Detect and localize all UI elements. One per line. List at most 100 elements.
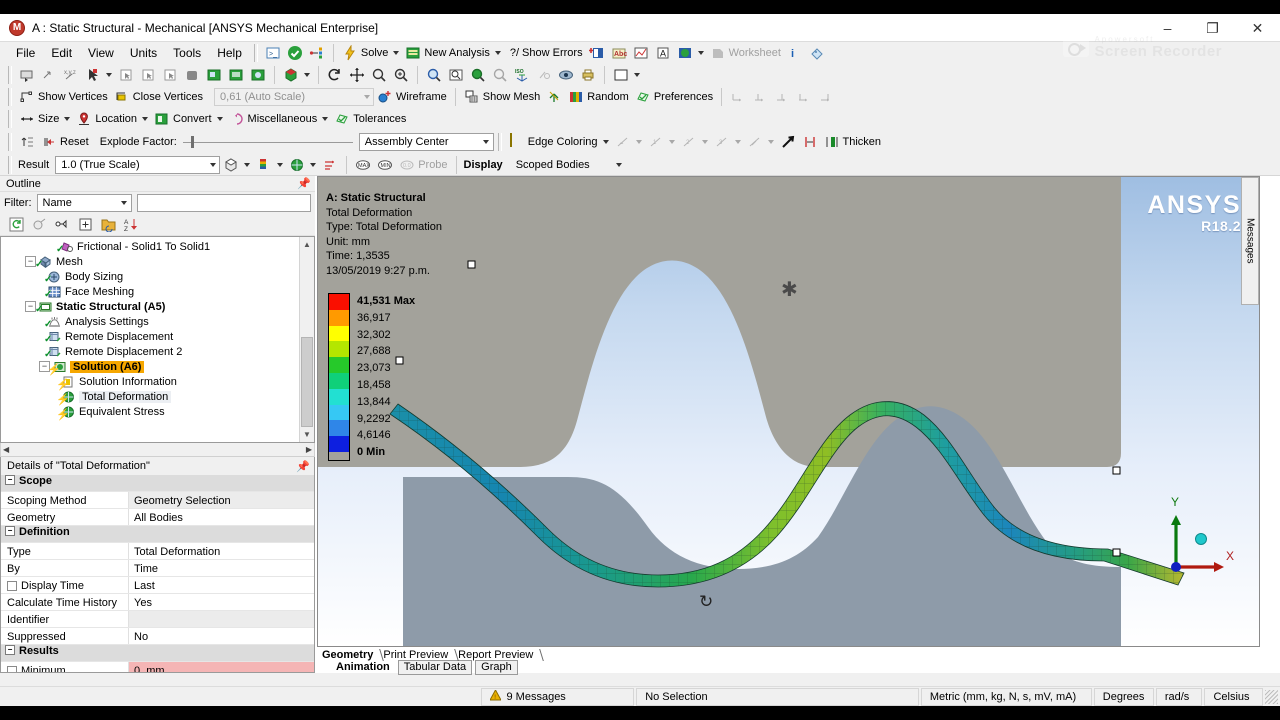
probe-button[interactable]: 0.0 Probe	[396, 155, 450, 174]
tree-node-total-deformation[interactable]: ⚡ Total Deformation	[1, 389, 314, 406]
toolbar-grip[interactable]	[8, 88, 12, 106]
tree-node-solution[interactable]: − ⚡ Solution (A6)	[1, 359, 314, 376]
named-selection-button[interactable]	[306, 44, 328, 63]
miscellaneous-button[interactable]: Miscellaneous	[226, 110, 332, 129]
max-annotation-button[interactable]: MAX	[352, 155, 374, 174]
iso-view-button[interactable]: ISO	[511, 66, 533, 85]
rotate-button[interactable]	[324, 66, 346, 85]
toolbar-grip[interactable]	[8, 66, 12, 84]
toolbar-grip[interactable]	[8, 155, 12, 174]
tree-node-analysis-settings[interactable]: ✓ Analysis Settings	[1, 314, 314, 330]
details-row-value[interactable]: Total Deformation	[129, 543, 314, 559]
details-row-value[interactable]: No	[129, 628, 314, 644]
edge-style-1-button[interactable]: 1	[645, 133, 678, 152]
tree-node-solution-information[interactable]: ⚡ Solution Information	[1, 374, 314, 391]
chevron-down-icon[interactable]	[393, 51, 400, 55]
menu-tools[interactable]: Tools	[165, 43, 209, 63]
toolbar-grip[interactable]	[253, 44, 258, 62]
validate-button[interactable]	[284, 44, 306, 63]
details-row-value[interactable]: Yes	[129, 594, 314, 610]
assembly-center-combo[interactable]: Assembly Center	[358, 133, 494, 151]
chevron-down-icon[interactable]	[304, 73, 310, 77]
thicken-button[interactable]: Thicken	[821, 133, 885, 152]
tree-node-body-sizing[interactable]: ✓ Body Sizing	[1, 269, 314, 285]
box-select-button[interactable]	[203, 66, 225, 85]
tab-tabular-data[interactable]: Tabular Data	[397, 659, 473, 675]
solve-button[interactable]: Solve	[339, 44, 403, 63]
chevron-down-icon[interactable]	[277, 162, 284, 167]
thickness-button[interactable]	[543, 88, 565, 107]
worksheet-button[interactable]: Worksheet	[707, 44, 784, 63]
show-errors-button[interactable]: ?/ Show Errors	[504, 44, 586, 63]
details-row-calculate-time-history[interactable]: Calculate Time History Yes	[1, 594, 314, 611]
tab-print-preview[interactable]: Print Preview	[378, 649, 459, 661]
toolbar-grip[interactable]	[497, 133, 502, 151]
new-analysis-button[interactable]: New Analysis	[402, 44, 503, 63]
edge-coloring-button[interactable]: Edge Coloring	[506, 133, 612, 152]
chevron-down-icon[interactable]	[115, 195, 129, 211]
graphics-viewport[interactable]: A: Static Structural Total Deformation T…	[317, 176, 1260, 647]
select-edge-button[interactable]	[137, 66, 159, 85]
details-row-value[interactable]: Geometry Selection	[129, 492, 314, 508]
select-face-button[interactable]	[159, 66, 181, 85]
chevron-down-icon[interactable]	[142, 117, 148, 121]
extend-selection-button[interactable]	[38, 66, 60, 85]
info-button[interactable]: i	[784, 44, 806, 63]
tab-animation[interactable]: Animation	[331, 660, 395, 675]
show-vertices-button[interactable]: Show Vertices	[16, 88, 111, 107]
print-button[interactable]	[577, 66, 599, 85]
menu-file[interactable]: File	[8, 43, 43, 63]
tab-graph[interactable]: Graph	[475, 659, 518, 675]
chevron-down-icon[interactable]	[216, 117, 223, 121]
select-mode-button[interactable]	[16, 66, 38, 85]
filter-type-combo[interactable]: Name	[36, 194, 132, 212]
chevron-down-icon[interactable]	[701, 140, 708, 144]
refresh-icon[interactable]	[8, 217, 24, 233]
explode-button[interactable]	[16, 133, 38, 152]
chevron-down-icon[interactable]	[477, 134, 491, 150]
tree-node-remote-displacement-2[interactable]: ✓ Remote Displacement 2	[1, 344, 314, 360]
maximize-button[interactable]: ❐	[1190, 14, 1235, 42]
folder-icon[interactable]	[100, 217, 116, 233]
show-mesh-button[interactable]: Show Mesh	[461, 88, 543, 107]
tree-horizontal-scrollbar[interactable]: ◀ ▶	[0, 443, 315, 457]
pin-icon[interactable]: 📌	[296, 460, 310, 473]
details-row-value[interactable]: Time	[129, 560, 314, 576]
result-scale-combo[interactable]: 1.0 (True Scale)	[55, 155, 221, 174]
edge-direction-1-button[interactable]	[727, 88, 749, 107]
tag-button[interactable]	[806, 44, 828, 63]
collapse-toggle[interactable]: −	[5, 645, 15, 655]
reset-button[interactable]: Reset	[38, 133, 92, 152]
console-button[interactable]: >_	[262, 44, 284, 63]
select-body-button[interactable]	[181, 66, 203, 85]
details-row-by[interactable]: By Time	[1, 560, 314, 577]
chevron-down-icon[interactable]	[244, 162, 251, 167]
close-vertices-button[interactable]: Close Vertices	[111, 88, 206, 107]
tree-vertical-scrollbar[interactable]: ▲ ▼	[299, 237, 314, 442]
chevron-down-icon[interactable]	[494, 51, 501, 55]
tree-node-equivalent-stress[interactable]: ⚡ Equivalent Stress	[1, 404, 314, 421]
xyz-select-button[interactable]: x,y,z	[60, 66, 82, 85]
abc-button[interactable]: Abc	[608, 44, 630, 63]
edge-style-4-button[interactable]	[744, 133, 777, 152]
chevron-down-icon[interactable]	[357, 89, 371, 105]
menu-help[interactable]: Help	[209, 43, 250, 63]
chevron-down-icon[interactable]	[310, 162, 317, 167]
slider-knob[interactable]	[190, 136, 194, 148]
minimize-button[interactable]: –	[1145, 14, 1190, 42]
details-row-value[interactable]	[129, 611, 314, 627]
viewport-layout-button[interactable]	[610, 66, 643, 85]
tree-node-mesh[interactable]: − ✓ Mesh	[1, 254, 314, 270]
set-view-button[interactable]	[533, 66, 555, 85]
scroll-thumb[interactable]	[301, 337, 313, 427]
thickness-toggle-button[interactable]	[799, 133, 821, 152]
axis-triad[interactable]: Y X	[1146, 487, 1236, 577]
zoom-in-button[interactable]	[390, 66, 412, 85]
menu-units[interactable]: Units	[122, 43, 165, 63]
pin-icon[interactable]: 📌	[297, 177, 311, 190]
random-colors-button[interactable]: Random	[565, 88, 632, 107]
vector-display-button[interactable]	[319, 155, 341, 174]
details-row-suppressed[interactable]: Suppressed No	[1, 628, 314, 645]
filter-flag-icon[interactable]	[54, 217, 70, 233]
status-messages[interactable]: ! 9 Messages	[480, 687, 635, 706]
